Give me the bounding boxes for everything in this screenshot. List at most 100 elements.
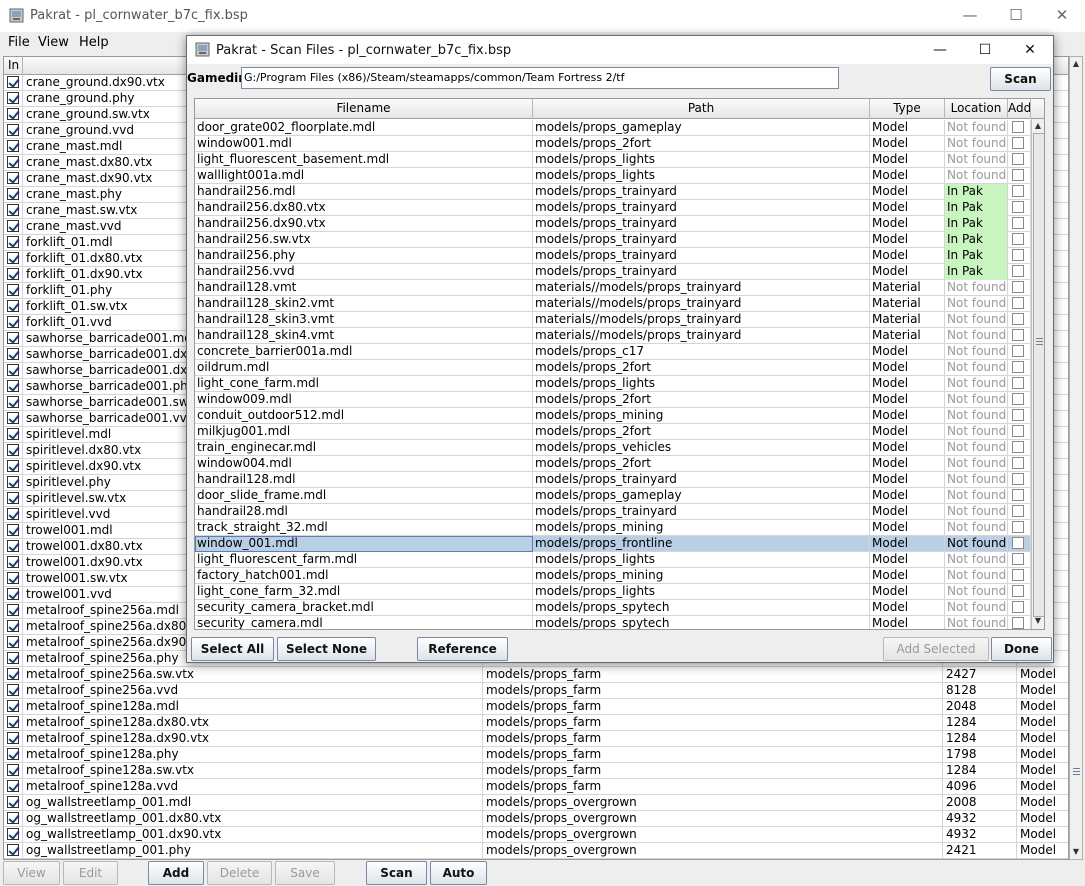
scan-result-row[interactable]: handrail128.mdl models/props_trainyard Mod… (195, 472, 1031, 488)
add-checkbox[interactable] (1012, 281, 1024, 293)
col-header-type[interactable]: Type (870, 99, 945, 119)
add-checkbox[interactable] (1012, 169, 1024, 181)
select-none-button[interactable]: Select None (277, 637, 376, 661)
table-row[interactable]: metalroof_spine128a.dx90.vtx models/props… (4, 731, 1068, 747)
include-checkbox[interactable] (7, 556, 19, 568)
add-checkbox[interactable] (1012, 537, 1024, 549)
include-checkbox[interactable] (7, 572, 19, 584)
add-checkbox[interactable] (1012, 521, 1024, 533)
include-checkbox[interactable] (7, 508, 19, 520)
include-checkbox[interactable] (7, 76, 19, 88)
table-row[interactable]: og_wallstreetlamp_001.dx80.vtx models/pro… (4, 811, 1068, 827)
include-checkbox[interactable] (7, 684, 19, 696)
add-checkbox[interactable] (1012, 233, 1024, 245)
col-header-filename[interactable]: Filename (195, 99, 533, 119)
scan-result-row[interactable]: window004.mdl models/props_2fort Model Not … (195, 456, 1031, 472)
include-checkbox[interactable] (7, 780, 19, 792)
scan-result-row[interactable]: window_001.mdl models/props_frontline Mode… (195, 536, 1031, 552)
add-checkbox[interactable] (1012, 473, 1024, 485)
table-row[interactable]: metalroof_spine128a.mdl models/props_farm… (4, 699, 1068, 715)
reference-button[interactable]: Reference (417, 637, 508, 661)
save-button[interactable]: Save (275, 861, 335, 885)
add-button[interactable]: Add (148, 861, 204, 885)
table-row[interactable]: metalroof_spine128a.sw.vtx models/props_f… (4, 763, 1068, 779)
scan-result-row[interactable]: light_cone_farm_32.mdl models/props_light… (195, 584, 1031, 600)
include-checkbox[interactable] (7, 652, 19, 664)
include-checkbox[interactable] (7, 636, 19, 648)
include-checkbox[interactable] (7, 124, 19, 136)
include-checkbox[interactable] (7, 348, 19, 360)
include-checkbox[interactable] (7, 332, 19, 344)
add-checkbox[interactable] (1012, 137, 1024, 149)
add-checkbox[interactable] (1012, 457, 1024, 469)
include-checkbox[interactable] (7, 748, 19, 760)
done-button[interactable]: Done (991, 637, 1052, 661)
add-checkbox[interactable] (1012, 409, 1024, 421)
scroll-down-arrow-icon[interactable]: ▼ (1070, 845, 1082, 859)
dialog-minimize-button[interactable]: — (917, 36, 963, 64)
include-checkbox[interactable] (7, 428, 19, 440)
add-checkbox[interactable] (1012, 153, 1024, 165)
include-checkbox[interactable] (7, 620, 19, 632)
include-checkbox[interactable] (7, 604, 19, 616)
scan-result-row[interactable]: concrete_barrier001a.mdl models/props_c17… (195, 344, 1031, 360)
add-checkbox[interactable] (1012, 489, 1024, 501)
view-button[interactable]: View (3, 861, 60, 885)
include-checkbox[interactable] (7, 188, 19, 200)
include-checkbox[interactable] (7, 156, 19, 168)
table-row[interactable]: og_wallstreetlamp_001.dx90.vtx models/pro… (4, 827, 1068, 843)
scan-result-row[interactable]: milkjug001.mdl models/props_2fort Model Not… (195, 424, 1031, 440)
scan-result-row[interactable]: light_fluorescent_farm.mdl models/props_l… (195, 552, 1031, 568)
include-checkbox[interactable] (7, 140, 19, 152)
add-checkbox[interactable] (1012, 441, 1024, 453)
add-checkbox[interactable] (1012, 297, 1024, 309)
include-checkbox[interactable] (7, 220, 19, 232)
add-checkbox[interactable] (1012, 249, 1024, 261)
scan-result-row[interactable]: light_fluorescent_basement.mdl models/pro… (195, 152, 1031, 168)
add-checkbox[interactable] (1012, 553, 1024, 565)
scroll-up-arrow-icon[interactable]: ▲ (1070, 57, 1082, 71)
add-checkbox[interactable] (1012, 201, 1024, 213)
include-checkbox[interactable] (7, 396, 19, 408)
include-checkbox[interactable] (7, 588, 19, 600)
auto-button[interactable]: Auto (430, 861, 487, 885)
include-checkbox[interactable] (7, 364, 19, 376)
scan-result-row[interactable]: security_camera_bracket.mdl models/props_… (195, 600, 1031, 616)
include-checkbox[interactable] (7, 252, 19, 264)
dialog-close-button[interactable]: ✕ (1007, 36, 1053, 64)
add-checkbox[interactable] (1012, 265, 1024, 277)
include-checkbox[interactable] (7, 668, 19, 680)
add-checkbox[interactable] (1012, 505, 1024, 517)
menu-view[interactable]: View (38, 35, 69, 50)
scroll-down-arrow-icon[interactable]: ▼ (1032, 614, 1044, 628)
add-checkbox[interactable] (1012, 329, 1024, 341)
gamedir-combobox[interactable]: G:/Program Files (x86)/Steam/steamapps/c… (241, 67, 839, 89)
add-checkbox[interactable] (1012, 185, 1024, 197)
dialog-scan-button[interactable]: Scan (990, 67, 1051, 91)
include-checkbox[interactable] (7, 300, 19, 312)
include-checkbox[interactable] (7, 716, 19, 728)
scan-result-row[interactable]: window001.mdl models/props_2fort Model Not … (195, 136, 1031, 152)
add-checkbox[interactable] (1012, 313, 1024, 325)
close-button[interactable]: ✕ (1039, 0, 1085, 30)
include-checkbox[interactable] (7, 268, 19, 280)
select-all-button[interactable]: Select All (191, 637, 274, 661)
include-checkbox[interactable] (7, 108, 19, 120)
table-row[interactable]: og_wallstreetlamp_001.phy models/props_ov… (4, 843, 1068, 859)
scan-result-row[interactable]: door_grate002_floorplate.mdl models/props… (195, 120, 1031, 136)
col-header-location[interactable]: Location (945, 99, 1008, 119)
delete-button[interactable]: Delete (207, 861, 272, 885)
include-checkbox[interactable] (7, 316, 19, 328)
dialog-vertical-scrollbar[interactable]: ▲ ▼ (1031, 119, 1044, 629)
add-checkbox[interactable] (1012, 601, 1024, 613)
scroll-up-arrow-icon[interactable]: ▲ (1032, 119, 1044, 133)
add-checkbox[interactable] (1012, 121, 1024, 133)
include-checkbox[interactable] (7, 812, 19, 824)
include-checkbox[interactable] (7, 844, 19, 856)
scan-result-row[interactable]: handrail256.vvd models/props_trainyard Mod… (195, 264, 1031, 280)
scan-result-row[interactable]: handrail128.vmt materials//models/props_t… (195, 280, 1031, 296)
add-checkbox[interactable] (1012, 585, 1024, 597)
scan-result-row[interactable]: light_cone_farm.mdl models/props_lights Mo… (195, 376, 1031, 392)
scan-result-row[interactable]: handrail256.sw.vtx models/props_trainyard… (195, 232, 1031, 248)
include-checkbox[interactable] (7, 700, 19, 712)
